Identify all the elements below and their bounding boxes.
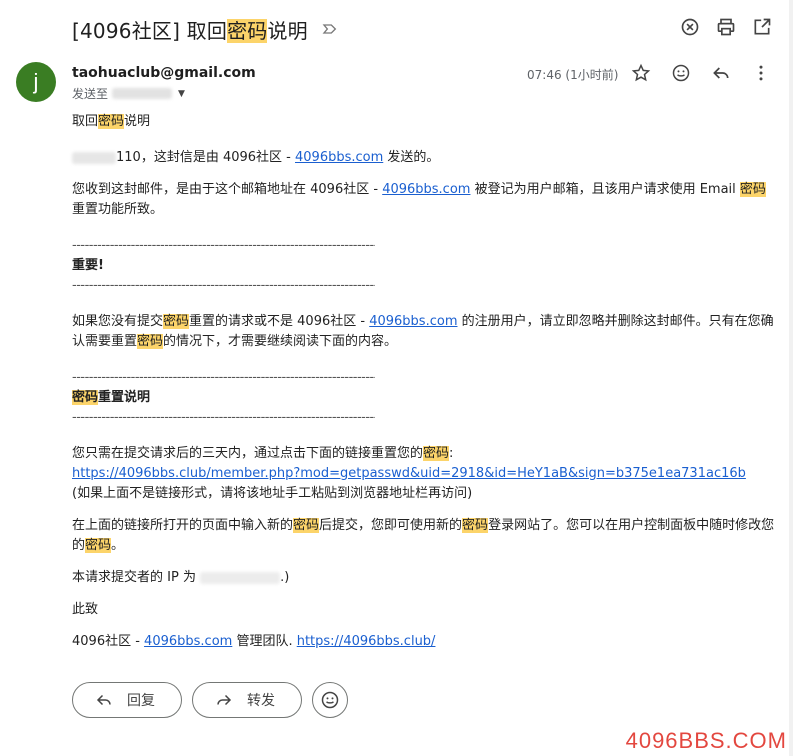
body-heading: 取回密码说明 bbox=[72, 114, 151, 129]
instruction-paragraph: 您只需在提交请求后的三天内，通过点击下面的链接重置您的密码: bbox=[72, 446, 454, 461]
top-toolbar bbox=[679, 16, 773, 38]
emoji-icon bbox=[321, 691, 339, 709]
reason-paragraph: 您收到这封邮件，是由于这个邮箱地址在 4096社区 - 4096bbs.com … bbox=[72, 182, 766, 217]
paste-note: (如果上面不是链接形式，请将该地址手工粘贴到浏览器地址栏再访问) bbox=[72, 486, 473, 501]
open-in-new-window-icon[interactable] bbox=[751, 16, 773, 38]
sender-email[interactable]: taohuaclub@gmail.com bbox=[72, 65, 256, 81]
signature: 4096社区 - 4096bbs.com 管理团队. https://4096b… bbox=[72, 634, 436, 649]
message-actions bbox=[630, 62, 772, 84]
reply-icon[interactable] bbox=[710, 62, 732, 84]
divider: ----------------------------------------… bbox=[72, 410, 375, 425]
emoji-icon[interactable] bbox=[670, 62, 692, 84]
email-body: 取回密码说明 110，这封信是由 4096社区 - 4096bbs.com 发送… bbox=[72, 112, 778, 652]
chevron-down-icon[interactable]: ▼ bbox=[178, 89, 185, 99]
reply-bar: 回复 转发 bbox=[72, 682, 348, 718]
reset-heading: 密码重置说明 bbox=[72, 390, 151, 405]
watermark: 4096BBS.COM bbox=[625, 728, 787, 753]
label-tag-icon[interactable] bbox=[322, 21, 338, 37]
forward-button[interactable]: 转发 bbox=[192, 682, 302, 718]
timestamp: 07:46 (1小时前) bbox=[527, 68, 619, 82]
divider: ----------------------------------------… bbox=[72, 238, 375, 253]
print-icon[interactable] bbox=[715, 16, 737, 38]
recipient-line[interactable]: 发送至 ▼ bbox=[72, 85, 185, 102]
avatar[interactable]: j bbox=[16, 62, 56, 102]
forward-icon bbox=[217, 694, 232, 706]
ip-redacted bbox=[200, 571, 281, 584]
divider: ----------------------------------------… bbox=[72, 370, 375, 385]
username-redacted bbox=[72, 151, 116, 164]
greeting: 110，这封信是由 4096社区 - 4096bbs.com 发送的。 bbox=[72, 148, 778, 168]
scrollbar[interactable] bbox=[789, 0, 793, 756]
email-subject: [4096社区] 取回密码说明 bbox=[72, 18, 308, 43]
recipient-redacted bbox=[112, 88, 173, 99]
warning-paragraph: 如果您没有提交密码重置的请求或不是 4096社区 - 4096bbs.com 的… bbox=[72, 314, 774, 349]
club-link[interactable]: https://4096bbs.club/ bbox=[297, 634, 436, 649]
site-link[interactable]: 4096bbs.com bbox=[382, 182, 470, 197]
star-icon[interactable] bbox=[630, 62, 652, 84]
reply-icon bbox=[96, 694, 111, 706]
site-link[interactable]: 4096bbs.com bbox=[295, 150, 383, 165]
emoji-reaction-button[interactable] bbox=[312, 682, 348, 718]
important-heading: 重要! bbox=[72, 258, 104, 273]
close-icon[interactable] bbox=[679, 16, 701, 38]
reset-link[interactable]: https://4096bbs.club/member.php?mod=getp… bbox=[72, 466, 746, 481]
regards: 此致 bbox=[72, 602, 99, 617]
reply-button[interactable]: 回复 bbox=[72, 682, 182, 718]
site-link[interactable]: 4096bbs.com bbox=[144, 634, 232, 649]
ip-line: 本请求提交者的 IP 为 .) bbox=[72, 570, 290, 585]
divider: ----------------------------------------… bbox=[72, 278, 375, 293]
login-paragraph: 在上面的链接所打开的页面中输入新的密码后提交，您即可使用新的密码登录网站了。您可… bbox=[72, 518, 775, 553]
subject-row: [4096社区] 取回密码说明 bbox=[72, 14, 773, 44]
more-vert-icon[interactable] bbox=[750, 62, 772, 84]
site-link[interactable]: 4096bbs.com bbox=[369, 314, 457, 329]
